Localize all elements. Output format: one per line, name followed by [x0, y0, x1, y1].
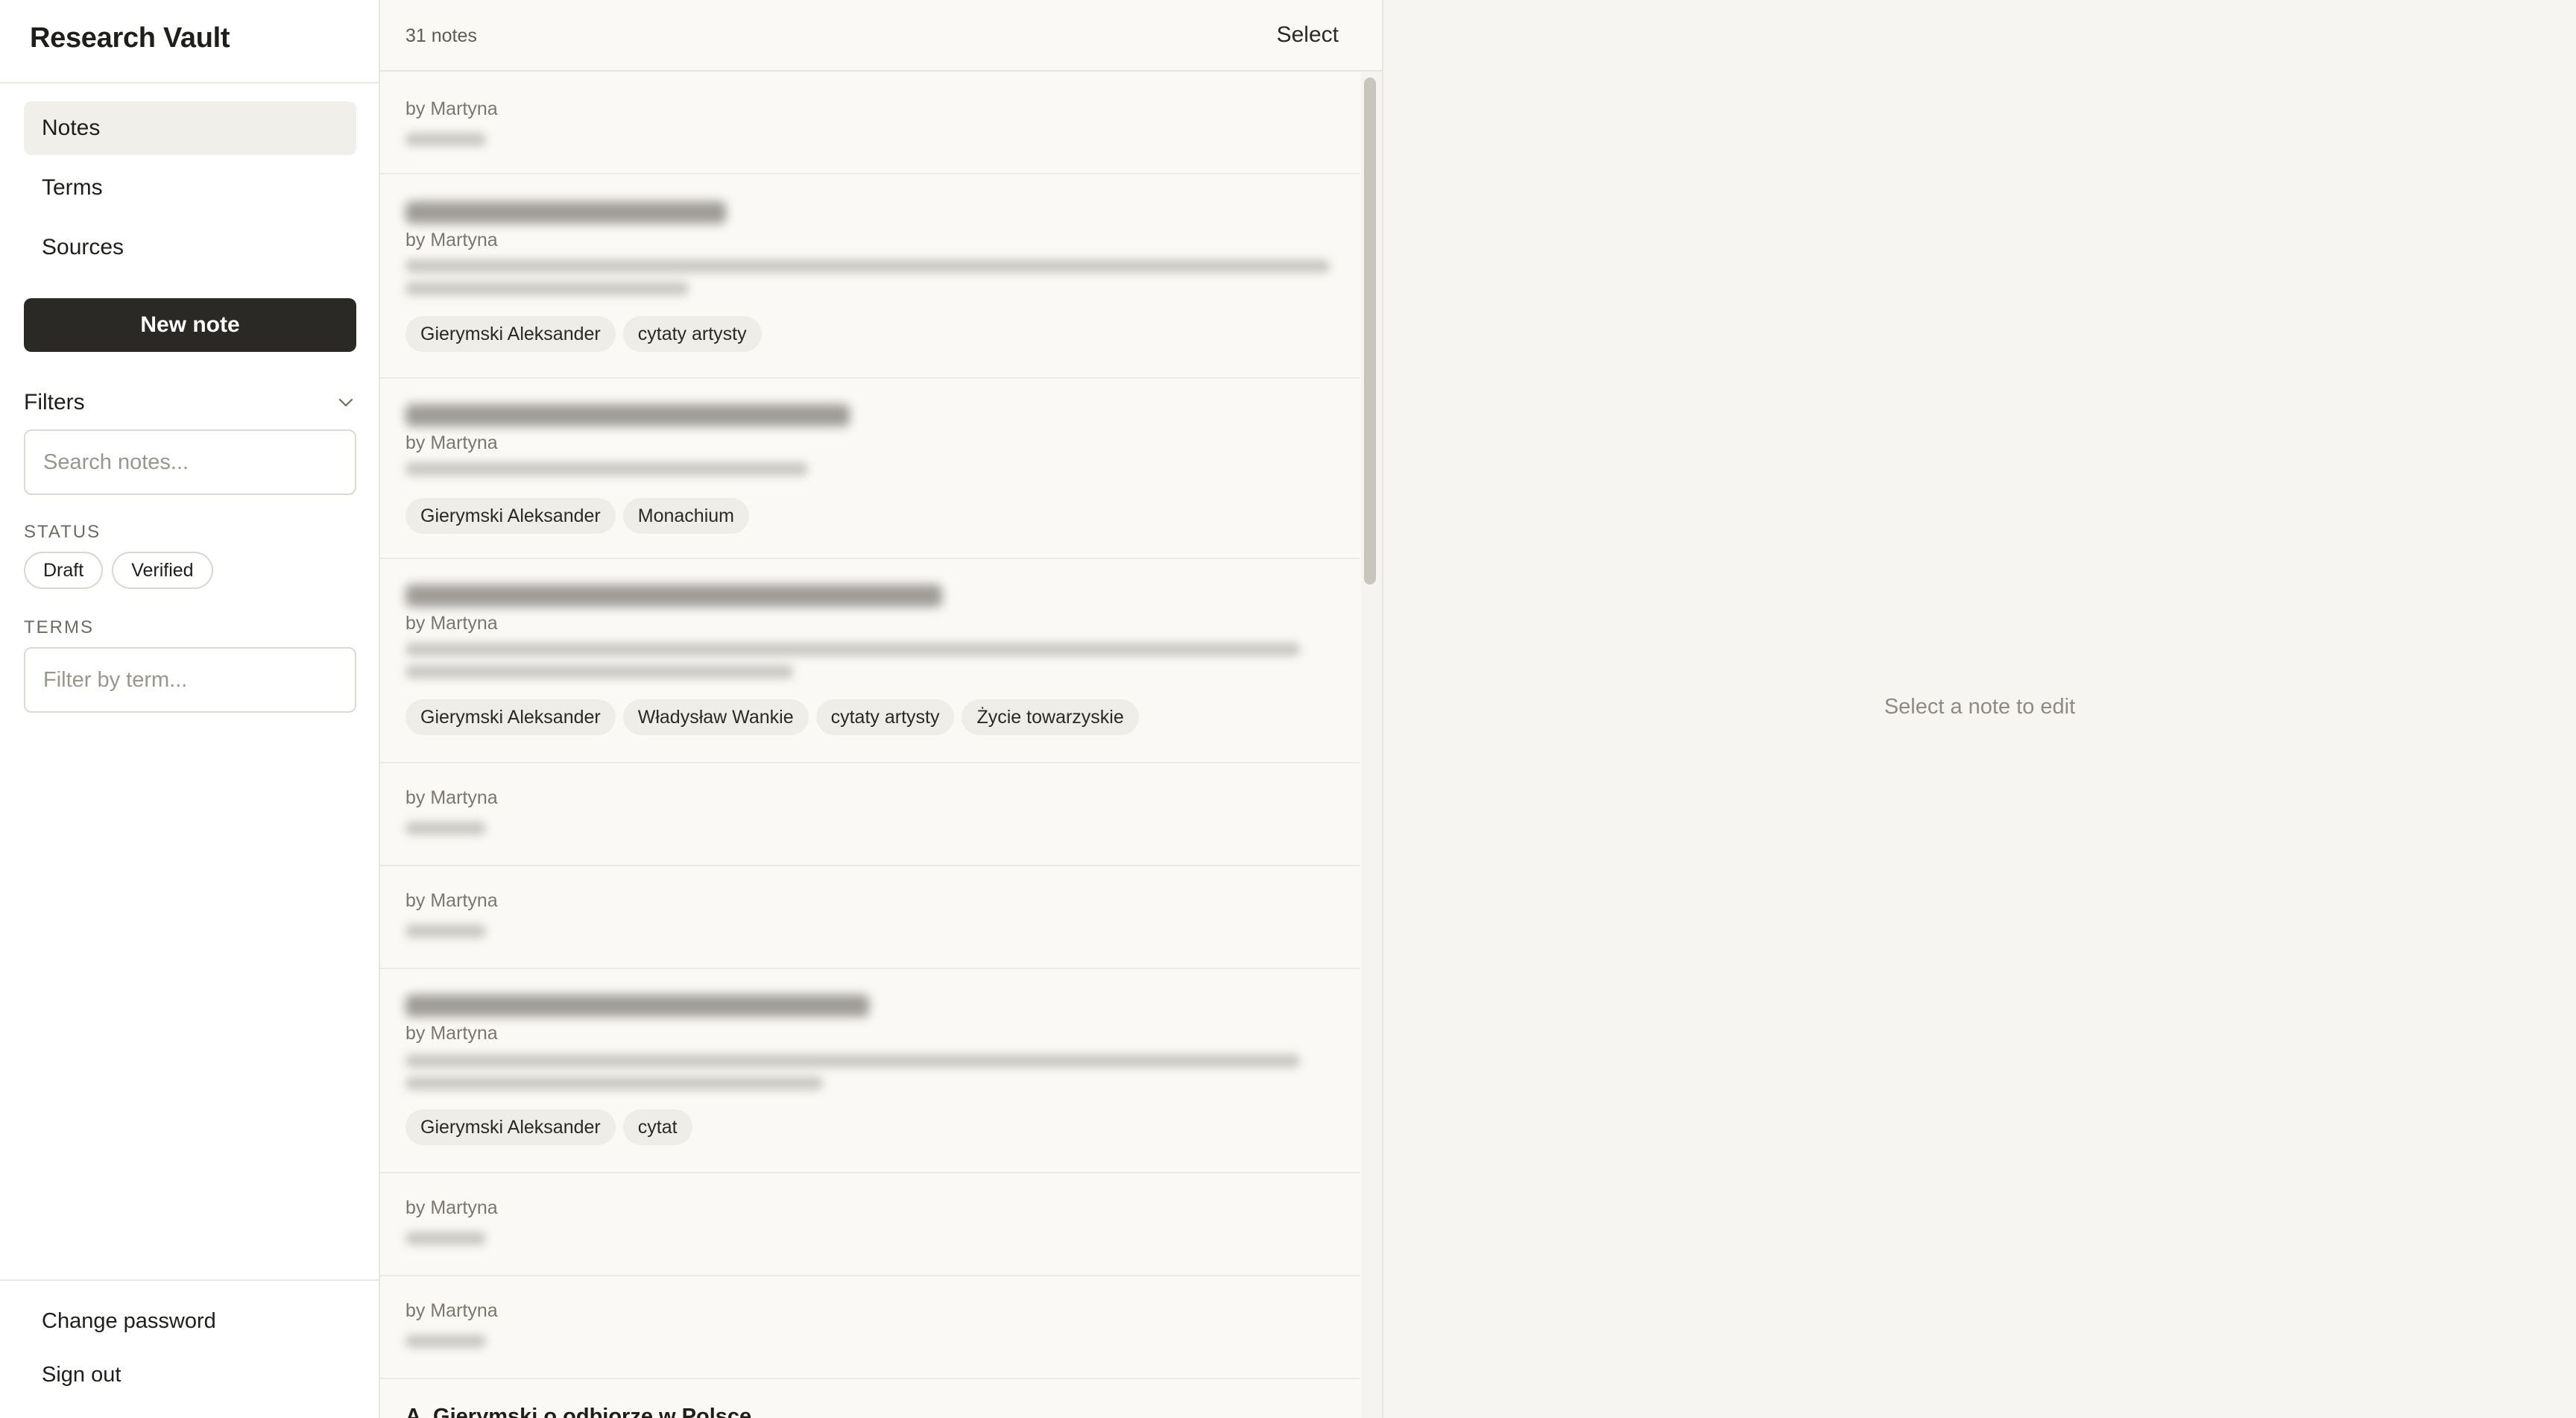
blurred-text [405, 643, 1300, 656]
blurred-title [405, 404, 850, 426]
note-tags: Gierymski Aleksander Władysław Wankie cy… [405, 699, 1139, 735]
list-item[interactable]: by Martyna [380, 1173, 1360, 1276]
sign-out-link[interactable]: Sign out [42, 1363, 121, 1387]
scrollbar-thumb[interactable] [1364, 78, 1376, 584]
blurred-text [405, 1232, 486, 1245]
chevron-down-icon [335, 392, 356, 413]
sidebar-item-notes[interactable]: Notes [24, 101, 356, 155]
list-item[interactable]: by Martyna Gierymski Aleksander Monachiu… [380, 379, 1360, 559]
list-item[interactable]: A. Gierymski o odbiorze w Polsce [380, 1379, 1360, 1418]
tag: cytat [622, 1109, 692, 1145]
note-author: by Martyna [405, 230, 498, 250]
blurred-title [405, 201, 726, 224]
tag: Gierymski Aleksander [405, 1109, 616, 1145]
sidebar-item-sources[interactable]: Sources [24, 221, 356, 274]
blurred-text [405, 1335, 486, 1348]
tag: Gierymski Aleksander [405, 316, 616, 352]
tag: Władysław Wankie [622, 699, 809, 735]
tag: Gierymski Aleksander [405, 498, 616, 534]
note-author: by Martyna [405, 1300, 498, 1321]
term-filter-input[interactable] [24, 647, 356, 713]
blurred-text [405, 462, 808, 476]
note-author: by Martyna [405, 787, 498, 808]
blurred-text [405, 133, 486, 146]
editor-pane: Select a note to edit [1383, 0, 2576, 1418]
note-author: by Martyna [405, 890, 498, 911]
note-author: by Martyna [405, 1023, 498, 1044]
blurred-text [405, 282, 689, 295]
note-tags: Gierymski Aleksander cytaty artysty [405, 316, 762, 352]
list-item[interactable]: by Martyna [380, 72, 1360, 174]
tag: Życie towarzyskie [962, 699, 1139, 735]
status-draft-chip[interactable]: Draft [24, 552, 104, 589]
empty-state-message: Select a note to edit [1884, 695, 2076, 719]
sidebar: Research Vault Notes Terms Sources New n… [0, 0, 380, 1418]
list-header: 31 notes Select [380, 0, 1382, 72]
divider [0, 1279, 379, 1281]
blurred-title [405, 584, 942, 607]
list-item[interactable]: by Martyna [380, 763, 1360, 866]
status-verified-chip[interactable]: Verified [112, 552, 213, 589]
app-title: Research Vault [30, 22, 230, 54]
blurred-text [405, 1054, 1300, 1068]
blurred-text [405, 822, 486, 835]
notes-list: by Martyna by Martyna Gierymski Aleksand… [380, 72, 1360, 1418]
sidebar-item-terms[interactable]: Terms [24, 161, 356, 215]
blurred-text [405, 1077, 823, 1090]
tag: cytaty artysty [815, 699, 955, 735]
select-button[interactable]: Select [1277, 22, 1339, 48]
note-count: 31 notes [405, 25, 477, 46]
note-title: A. Gierymski o odbiorze w Polsce [405, 1405, 752, 1418]
blurred-text [405, 259, 1330, 273]
note-author: by Martyna [405, 1197, 498, 1218]
filters-toggle[interactable]: Filters [24, 388, 356, 417]
status-label: STATUS [24, 522, 101, 542]
status-filter: Draft Verified [24, 552, 213, 589]
tag: cytaty artysty [622, 316, 762, 352]
list-item[interactable]: by Martyna Gierymski Aleksander Władysła… [380, 559, 1360, 763]
tag: Gierymski Aleksander [405, 699, 616, 735]
note-author: by Martyna [405, 613, 498, 634]
list-item[interactable]: by Martyna Gierymski Aleksander cytaty a… [380, 174, 1360, 379]
new-note-button[interactable]: New note [24, 298, 356, 352]
tag: Monachium [622, 498, 749, 534]
blurred-title [405, 995, 869, 1017]
note-author: by Martyna [405, 432, 498, 453]
filters-label: Filters [24, 390, 85, 415]
notes-list-pane: 31 notes Select by Martyna by Martyna Gi… [380, 0, 1383, 1418]
note-tags: Gierymski Aleksander cytat [405, 1109, 692, 1145]
terms-label: TERMS [24, 617, 94, 637]
note-author: by Martyna [405, 98, 498, 119]
divider [0, 82, 379, 83]
blurred-text [405, 924, 486, 938]
list-item[interactable]: by Martyna Gierymski Aleksander cytat [380, 969, 1360, 1173]
list-item[interactable]: by Martyna [380, 866, 1360, 969]
change-password-link[interactable]: Change password [42, 1309, 216, 1334]
search-input[interactable] [24, 429, 356, 495]
blurred-text [405, 665, 793, 678]
note-tags: Gierymski Aleksander Monachium [405, 498, 749, 534]
list-item[interactable]: by Martyna [380, 1276, 1360, 1379]
